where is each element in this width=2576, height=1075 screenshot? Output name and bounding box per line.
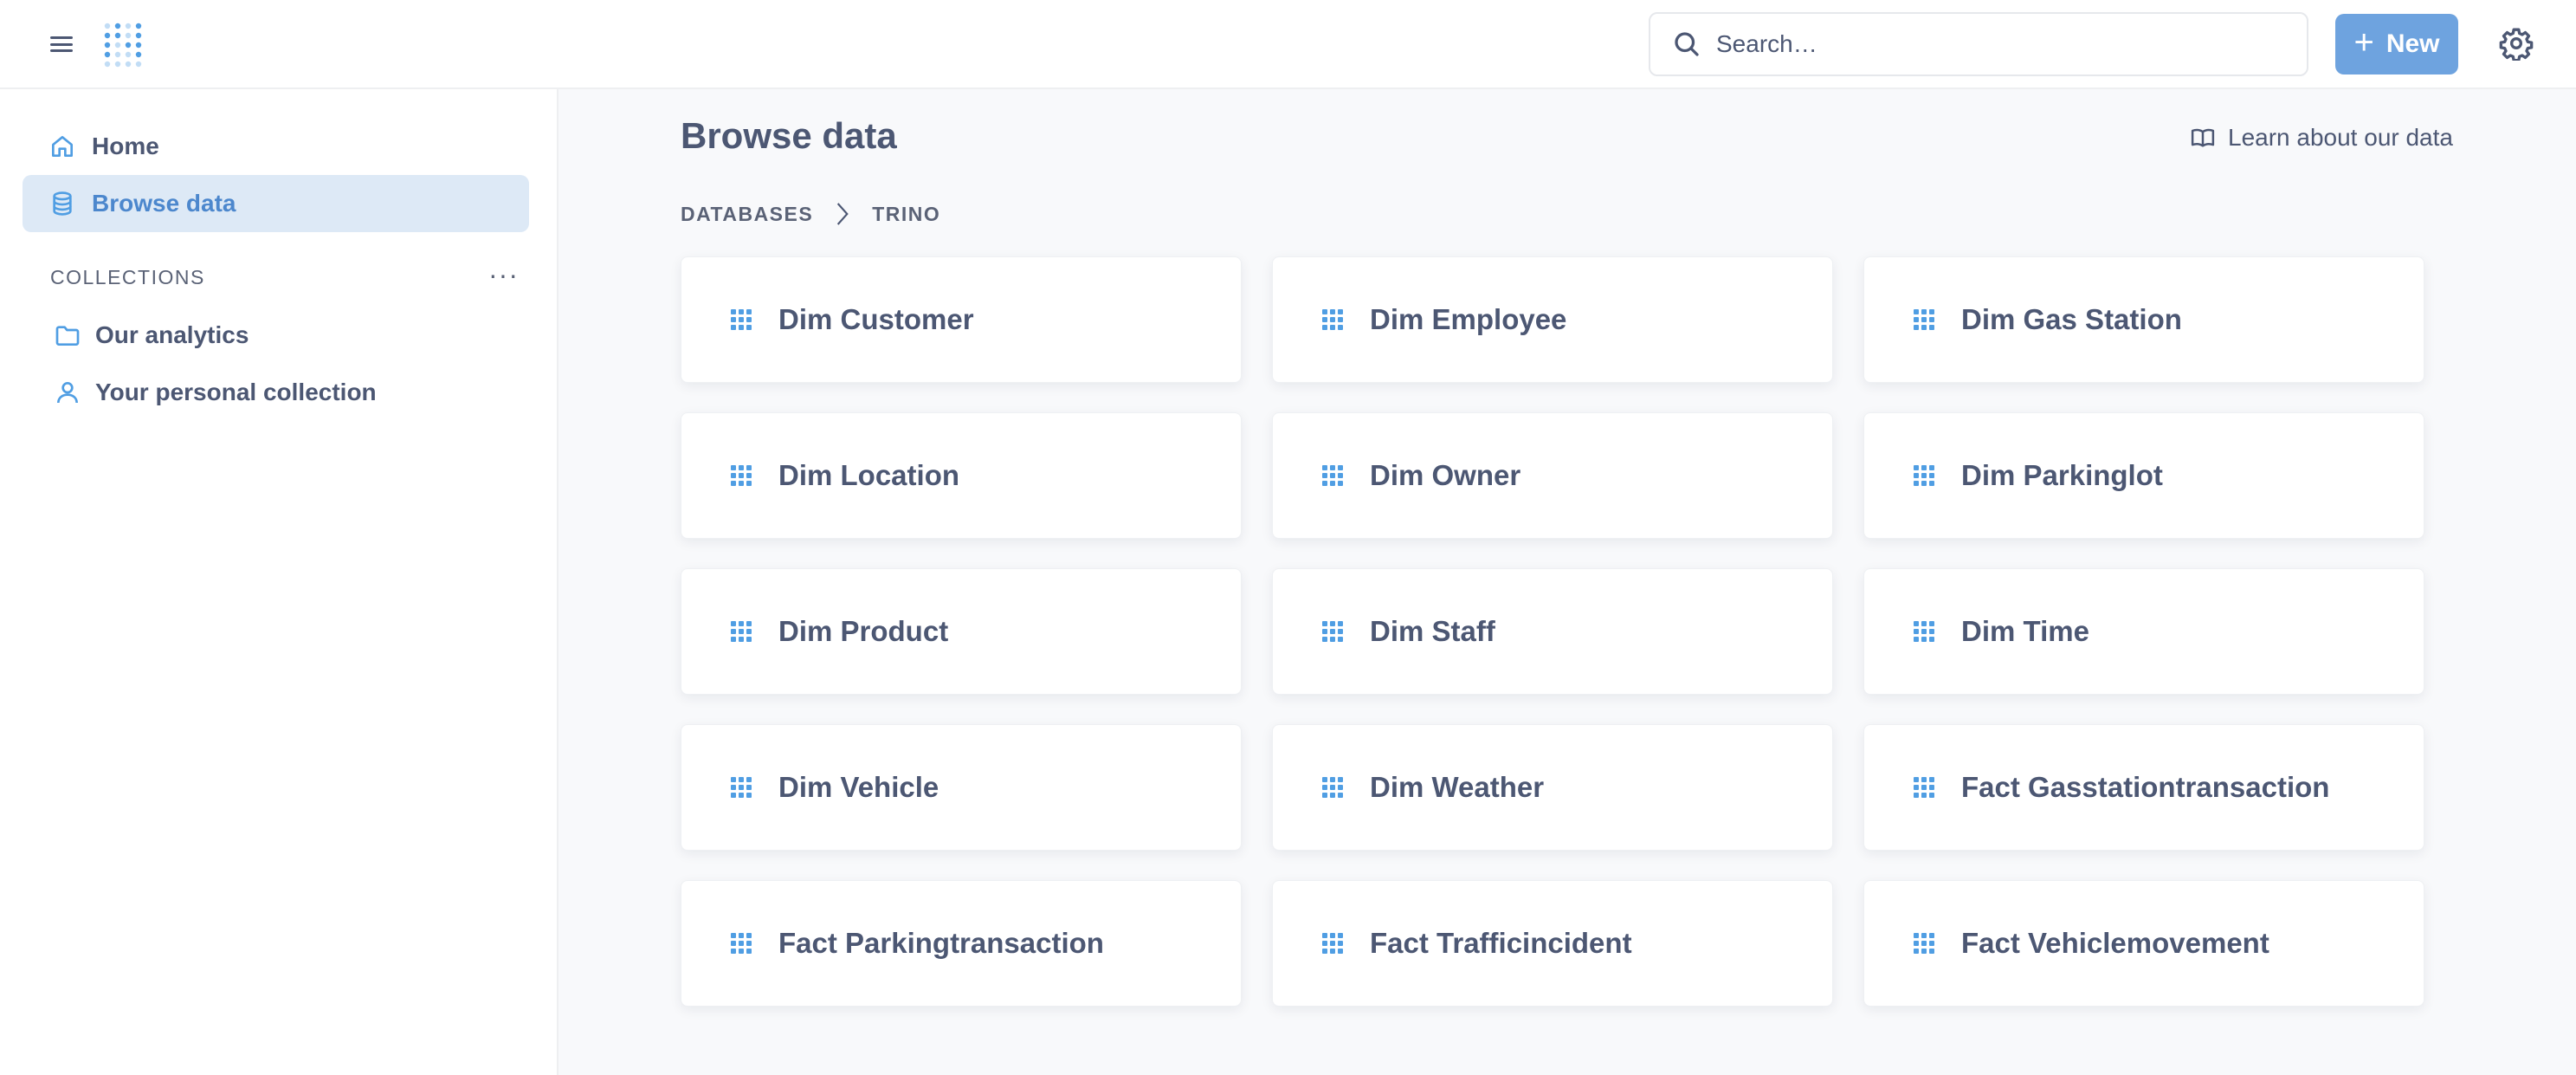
collection-label: Your personal collection [95,379,377,405]
breadcrumb-databases[interactable]: DATABASES [681,203,813,226]
chevron-right-icon [837,203,849,225]
table-name: Dim Owner [1370,459,1521,491]
learn-about-data-link[interactable]: Learn about our data [2190,124,2453,152]
collections-header: COLLECTIONS [50,266,205,288]
table-grid-icon [1322,777,1343,798]
collection-personal[interactable]: Your personal collection [54,371,377,414]
sidebar-item-home[interactable]: Home [23,118,529,175]
collections-menu-icon[interactable]: ··· [488,259,519,291]
hamburger-icon[interactable] [48,31,74,57]
table-name: Fact Parkingtransaction [778,927,1104,959]
metabase-logo[interactable] [102,19,151,71]
folder-icon [55,326,80,346]
table-name: Dim Employee [1370,303,1567,335]
sidebar-item-label: Home [92,133,159,159]
table-card[interactable]: Dim Parkinglot [1863,412,2424,539]
table-card[interactable]: Dim Product [681,568,1242,695]
plus-icon: + [2353,23,2374,62]
table-grid-icon [731,621,752,642]
table-grid-icon [1322,933,1343,954]
table-grid-icon [731,933,752,954]
table-grid-icon [1914,309,1934,330]
table-name: Fact Trafficincident [1370,927,1632,959]
table-card[interactable]: Dim Weather [1272,724,1833,851]
person-icon [57,382,78,404]
table-name: Fact Gasstationtransaction [1961,771,2330,803]
table-card[interactable]: Dim Time [1863,568,2424,695]
sidebar-item-label: Browse data [92,190,236,217]
table-grid-icon [731,309,752,330]
table-card[interactable]: Dim Employee [1272,256,1833,383]
table-name: Dim Weather [1370,771,1545,803]
table-name: Fact Vehiclemovement [1961,927,2269,959]
table-name: Dim Parkinglot [1961,459,2163,491]
table-card[interactable]: Dim Staff [1272,568,1833,695]
table-name: Dim Location [778,459,960,491]
table-name: Dim Product [778,615,949,647]
table-name: Dim Time [1961,615,2089,647]
database-icon [53,191,72,216]
collection-label: Our analytics [95,321,249,348]
search-placeholder: Search… [1716,30,1817,57]
home-icon [52,136,73,157]
new-button[interactable]: + New [2335,14,2458,74]
collection-our-analytics[interactable]: Our analytics [54,314,249,357]
table-grid-icon [1322,621,1343,642]
table-card[interactable]: Fact Vehiclemovement [1863,880,2424,1007]
table-grid-icon [1914,933,1934,954]
table-grid-icon [731,777,752,798]
table-grid-icon [1322,465,1343,486]
table-grid-icon [1914,621,1934,642]
table-card[interactable]: Fact Parkingtransaction [681,880,1242,1007]
table-grid-icon [731,465,752,486]
table-name: Dim Staff [1370,615,1495,647]
learn-link-label: Learn about our data [2228,124,2453,151]
new-button-label: New [2386,29,2440,58]
table-card[interactable]: Dim Owner [1272,412,1833,539]
book-icon [2191,128,2215,147]
table-card[interactable]: Dim Customer [681,256,1242,383]
table-card[interactable]: Fact Gasstationtransaction [1863,724,2424,851]
table-card[interactable]: Fact Trafficincident [1272,880,1833,1007]
table-grid-icon [1914,777,1934,798]
table-card[interactable]: Dim Vehicle [681,724,1242,851]
page-title: Browse data [681,115,897,156]
search-icon [1675,32,1699,56]
table-grid-icon [1322,309,1343,330]
table-name: Dim Vehicle [778,771,939,803]
search-bar[interactable]: Search… [1649,12,2308,76]
gear-icon[interactable] [2499,26,2534,61]
table-card[interactable]: Dim Location [681,412,1242,539]
table-card[interactable]: Dim Gas Station [1863,256,2424,383]
table-grid-icon [1914,465,1934,486]
breadcrumb: DATABASES TRINO [681,200,940,228]
table-name: Dim Customer [778,303,974,335]
main-content: Browse data Learn about our data DATABAS… [558,89,2576,1075]
sidebar: Home Browse data COLLECTIONS ··· Our ana… [0,89,558,1075]
breadcrumb-trino[interactable]: TRINO [872,203,940,226]
table-name: Dim Gas Station [1961,303,2182,335]
sidebar-item-browse-data[interactable]: Browse data [23,175,529,232]
top-bar: Search… + New [0,0,2576,89]
